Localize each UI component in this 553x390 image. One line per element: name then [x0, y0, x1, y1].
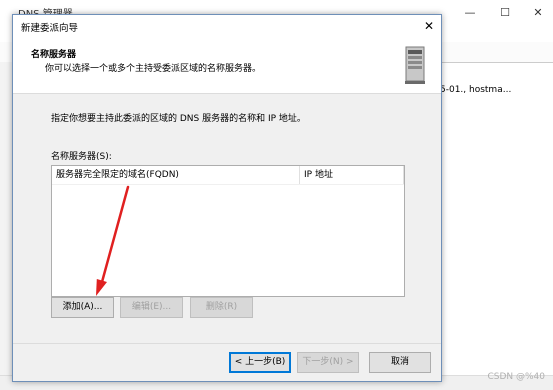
watermark: CSDN @%40: [487, 372, 545, 382]
dialog-titlebar: 新建委派向导 ✕: [13, 15, 441, 37]
delete-button[interactable]: 删除(R): [190, 297, 253, 318]
close-icon[interactable]: ✕: [528, 6, 548, 19]
maximize-icon[interactable]: ☐: [495, 6, 515, 19]
wizard-header: 名称服务器 你可以选择一个或多个主持受委派区域的名称服务器。: [13, 37, 441, 94]
cancel-button[interactable]: 取消: [369, 352, 431, 373]
name-servers-label: 名称服务器(S):: [51, 152, 112, 162]
edit-button[interactable]: 编辑(E)...: [120, 297, 183, 318]
back-button[interactable]: < 上一步(B): [229, 352, 291, 373]
name-servers-list[interactable]: 服务器完全限定的域名(FQDN) IP 地址: [51, 165, 405, 297]
add-button[interactable]: 添加(A)...: [51, 297, 114, 318]
soa-record-text: 5-01., hostma...: [440, 85, 512, 95]
instruction-text: 指定你想要主持此委派的区域的 DNS 服务器的名称和 IP 地址。: [51, 114, 306, 124]
new-delegation-wizard-dialog: 新建委派向导 ✕ 名称服务器 你可以选择一个或多个主持受委派区域的名称服务器。 …: [12, 14, 442, 382]
column-header-fqdn[interactable]: 服务器完全限定的域名(FQDN): [52, 166, 300, 184]
wizard-header-title: 名称服务器: [31, 50, 77, 60]
next-button[interactable]: 下一步(N) >: [297, 352, 359, 373]
dialog-title: 新建委派向导: [21, 23, 79, 34]
close-icon[interactable]: ✕: [417, 15, 441, 37]
server-icon: [405, 46, 425, 84]
minimize-icon[interactable]: —: [460, 6, 480, 19]
column-header-divider: [52, 184, 404, 185]
column-header-ip[interactable]: IP 地址: [300, 166, 404, 184]
wizard-header-subtitle: 你可以选择一个或多个主持受委派区域的名称服务器。: [45, 64, 262, 74]
footer-divider: [13, 343, 441, 344]
